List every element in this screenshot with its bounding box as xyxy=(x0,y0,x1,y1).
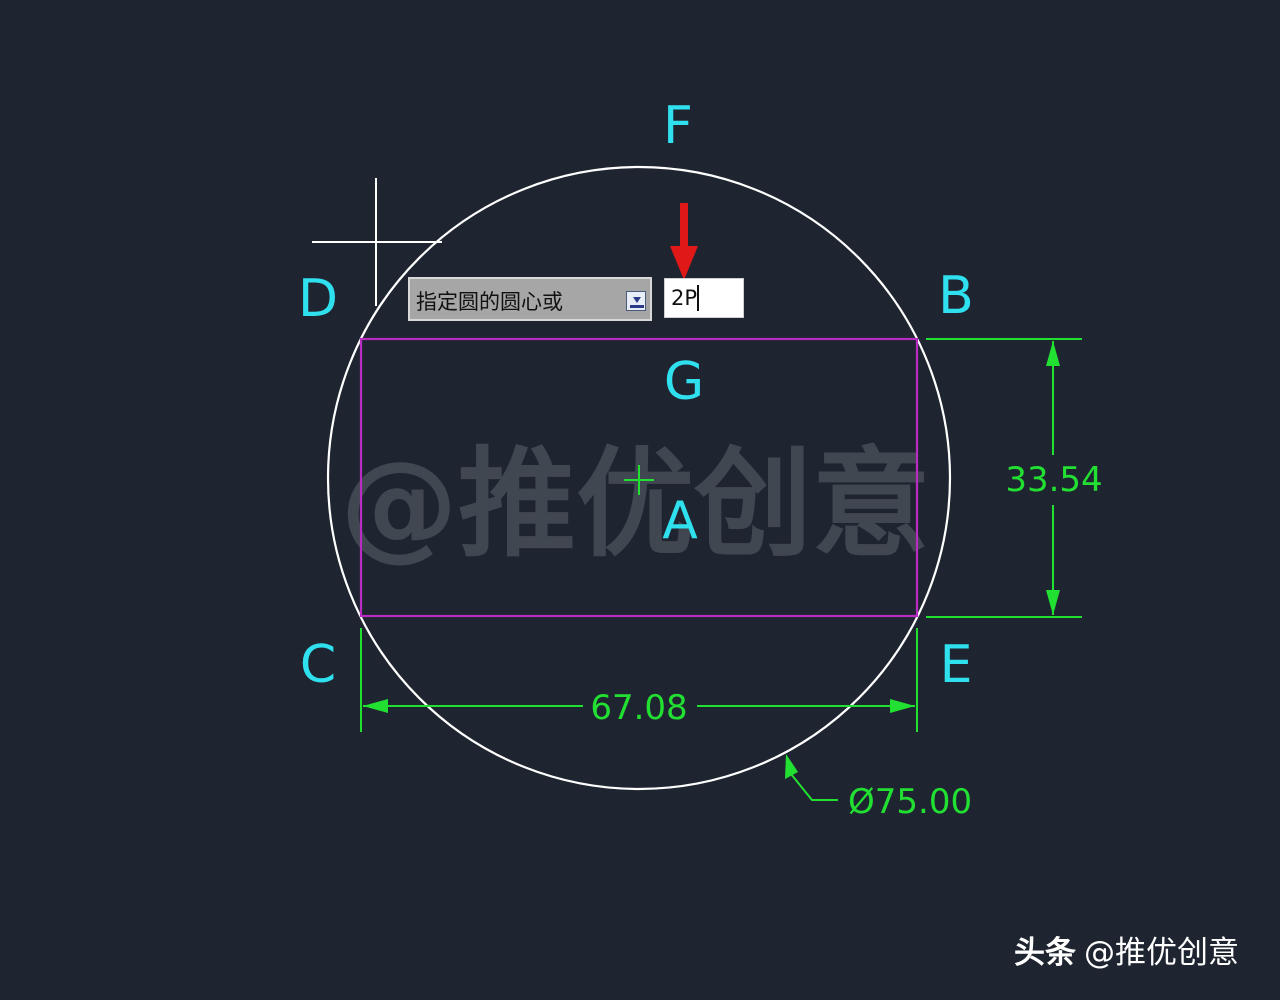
dimension-height-text: 33.54 xyxy=(1005,460,1102,500)
point-label-f: F xyxy=(663,96,693,156)
dimension-width-text: 67.08 xyxy=(590,688,687,728)
dropdown-arrow-icon[interactable] xyxy=(626,291,646,311)
command-prompt-tooltip: 指定圆的圆心或 xyxy=(408,277,652,321)
text-caret xyxy=(697,285,699,311)
dimension-diameter-text: Ø75.00 xyxy=(848,782,972,822)
diameter-leader[interactable] xyxy=(785,754,838,801)
drawing-svg: @推优创意 33.54 67.08 Ø75.00 F D B G A C E 头… xyxy=(298,96,1239,971)
credit-platform: 头条 xyxy=(1014,935,1076,971)
point-label-e: E xyxy=(940,635,973,695)
prompt-text: 指定圆的圆心或 xyxy=(416,290,563,314)
red-pointer-arrow-icon xyxy=(670,203,698,280)
command-input[interactable] xyxy=(664,278,744,318)
watermark-text: @推优创意 xyxy=(340,435,930,573)
point-label-d: D xyxy=(298,269,338,329)
credit-author: @推优创意 xyxy=(1084,935,1239,971)
point-label-b: B xyxy=(938,266,974,326)
point-label-g: G xyxy=(664,352,704,412)
point-label-a: A xyxy=(662,491,698,551)
point-label-c: C xyxy=(300,635,336,695)
cad-drawing-canvas[interactable]: @推优创意 33.54 67.08 Ø75.00 F D B G A C E 头… xyxy=(0,0,1280,1000)
credit-text: 头条 @推优创意 xyxy=(1014,935,1239,971)
